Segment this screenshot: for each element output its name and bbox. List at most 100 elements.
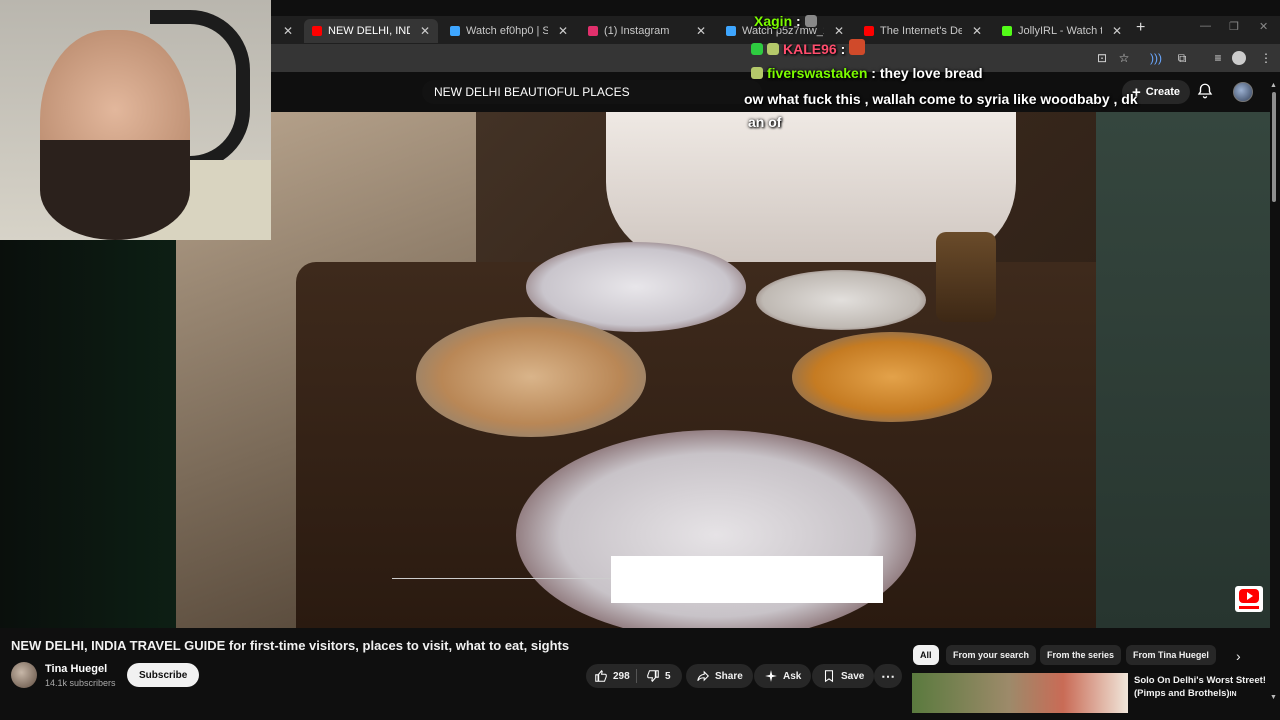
browser-tab[interactable]: The Internet's Deepest R ✕ <box>856 19 990 43</box>
close-tab-icon[interactable]: ✕ <box>696 24 706 38</box>
scroll-down-arrow-icon[interactable]: ▼ <box>1270 694 1277 701</box>
browser-menu-icon[interactable]: ⋮ <box>1258 50 1274 66</box>
thumbs-up-icon <box>595 669 607 682</box>
tab-title: Watch ef0hp0 | Streamab <box>466 25 548 37</box>
sparkle-icon <box>765 670 777 682</box>
channel-avatar[interactable] <box>11 662 37 688</box>
chat-message: an of <box>748 114 781 130</box>
tab-title: (1) Instagram <box>604 25 670 37</box>
media-controls-icon[interactable]: ≡ <box>1210 50 1226 66</box>
search-input[interactable]: NEW DELHI BEAUTIOFUL PLACES <box>422 80 762 104</box>
chat-text: an of <box>748 114 782 130</box>
browser-tab[interactable]: JollyIRL - Watch the VOD ✕ <box>994 19 1130 43</box>
page-scrollbar-thumb[interactable] <box>1272 92 1276 202</box>
recommendation-title: Solo On Delhi's Worst Street! (Pimps and… <box>1134 675 1266 699</box>
badge-icon <box>751 67 763 79</box>
plate-right <box>756 270 926 330</box>
chip-all[interactable]: All <box>913 645 939 665</box>
badge-icon <box>767 43 779 55</box>
curry-bowl <box>792 332 992 422</box>
streamable-favicon-icon <box>726 26 736 36</box>
chat-text: ow what fuck this , wallah come to syria… <box>744 91 1138 107</box>
minimize-button[interactable]: — <box>1200 20 1211 32</box>
browser-tab-active[interactable]: NEW DELHI, INDIA TRAVE ✕ <box>304 19 438 43</box>
like-count: 298 <box>613 670 630 682</box>
extensions-icon[interactable]: ⧉ <box>1174 50 1190 66</box>
chevron-right-icon[interactable]: › <box>1236 648 1241 664</box>
close-tab-icon[interactable]: ✕ <box>1112 24 1122 38</box>
recommendation-suffix: IN <box>1229 691 1237 698</box>
emote-icon <box>804 15 817 27</box>
close-tab-icon[interactable]: ✕ <box>834 24 844 38</box>
browser-tab[interactable]: ✕ <box>271 19 301 43</box>
create-label: Create <box>1145 86 1181 98</box>
video-right-letterbox <box>1096 112 1270 628</box>
like-divider <box>636 669 637 683</box>
streamable-favicon-icon <box>450 26 460 36</box>
subscribe-button[interactable]: Subscribe <box>127 663 200 687</box>
chip-from-the-series[interactable]: From the series <box>1040 645 1122 665</box>
close-window-button[interactable]: ✕ <box>1259 20 1268 33</box>
thumbs-down-icon <box>647 670 659 683</box>
scroll-up-arrow-icon[interactable]: ▲ <box>1270 82 1277 89</box>
bookmark-icon <box>824 670 834 683</box>
close-tab-icon[interactable]: ✕ <box>972 24 982 38</box>
chip-from-your-search[interactable]: From your search <box>946 645 1037 665</box>
dislike-count: 5 <box>665 670 671 682</box>
chat-username: KALE96 <box>783 41 837 57</box>
channel-name[interactable]: Tina Huegel <box>45 663 107 675</box>
streamer-beard <box>40 140 190 240</box>
chat-separator: : <box>792 13 805 29</box>
close-tab-icon[interactable]: ✕ <box>558 24 568 38</box>
ask-button[interactable]: Ask <box>754 664 812 688</box>
browser-tab[interactable]: (1) Instagram ✕ <box>580 19 714 43</box>
notifications-bell-icon[interactable] <box>1196 82 1214 100</box>
chat-message: Xagin : <box>754 13 821 29</box>
more-actions-button[interactable]: ⋯ <box>874 664 902 688</box>
audio-extension-icon[interactable]: ))) <box>1148 50 1164 66</box>
video-frame <box>176 112 1096 628</box>
naan-bread-plate <box>416 317 646 437</box>
kick-favicon-icon <box>1002 26 1012 36</box>
tab-title: The Internet's Deepest R <box>880 25 962 37</box>
close-tab-icon[interactable]: ✕ <box>283 24 293 38</box>
youtube-favicon-icon <box>864 26 874 36</box>
brass-goblet <box>936 232 996 322</box>
video-title: NEW DELHI, INDIA TRAVEL GUIDE for first-… <box>11 638 570 653</box>
account-avatar[interactable] <box>1233 82 1253 102</box>
subscriber-badge-icon <box>751 43 763 55</box>
bookmark-star-icon[interactable]: ☆ <box>1116 50 1132 66</box>
chat-username: Xagin <box>754 13 793 29</box>
emote-icon <box>849 39 866 55</box>
subscriber-count: 14.1k subscribers <box>45 678 116 688</box>
browser-tab[interactable]: Watch ef0hp0 | Streamab ✕ <box>442 19 576 43</box>
youtube-favicon-icon <box>312 26 322 36</box>
ask-label: Ask <box>783 670 802 682</box>
chat-message: KALE96 : <box>751 39 869 57</box>
chat-separator: : <box>836 41 850 57</box>
chat-message: fiverswastaken : they love bread <box>751 65 983 81</box>
tab-title: JollyIRL - Watch the VOD <box>1018 25 1102 37</box>
like-button[interactable]: 298 <box>594 664 630 688</box>
subscribe-watermark-icon[interactable] <box>1235 586 1263 612</box>
new-tab-button[interactable]: + <box>1136 19 1145 37</box>
like-dislike-group: 298 5 <box>586 664 682 688</box>
chat-message: ow what fuck this , wallah come to syria… <box>744 91 1138 107</box>
dislike-button[interactable]: 5 <box>646 664 671 688</box>
recommendation-item[interactable]: Solo On Delhi's Worst Street! (Pimps and… <box>1134 674 1274 701</box>
chip-from-channel[interactable]: From Tina Huegel <box>1126 645 1216 665</box>
save-label: Save <box>841 670 865 682</box>
close-tab-icon[interactable]: ✕ <box>420 24 430 38</box>
screen: ✕ NEW DELHI, INDIA TRAVE ✕ Watch ef0hp0 … <box>0 0 1280 720</box>
maximize-button[interactable]: ❐ <box>1229 20 1239 33</box>
save-button[interactable]: Save <box>812 664 875 688</box>
share-button[interactable]: Share <box>686 664 753 688</box>
more-horizontal-icon: ⋯ <box>881 667 895 684</box>
streamer-webcam <box>0 0 271 240</box>
redaction-box <box>611 556 883 603</box>
profile-avatar-icon[interactable] <box>1232 51 1246 65</box>
recommendation-thumbnail[interactable] <box>912 673 1128 713</box>
share-arrow-icon <box>697 670 709 682</box>
chat-username: fiverswastaken <box>767 65 868 81</box>
install-app-icon[interactable]: ⊡ <box>1094 50 1110 66</box>
